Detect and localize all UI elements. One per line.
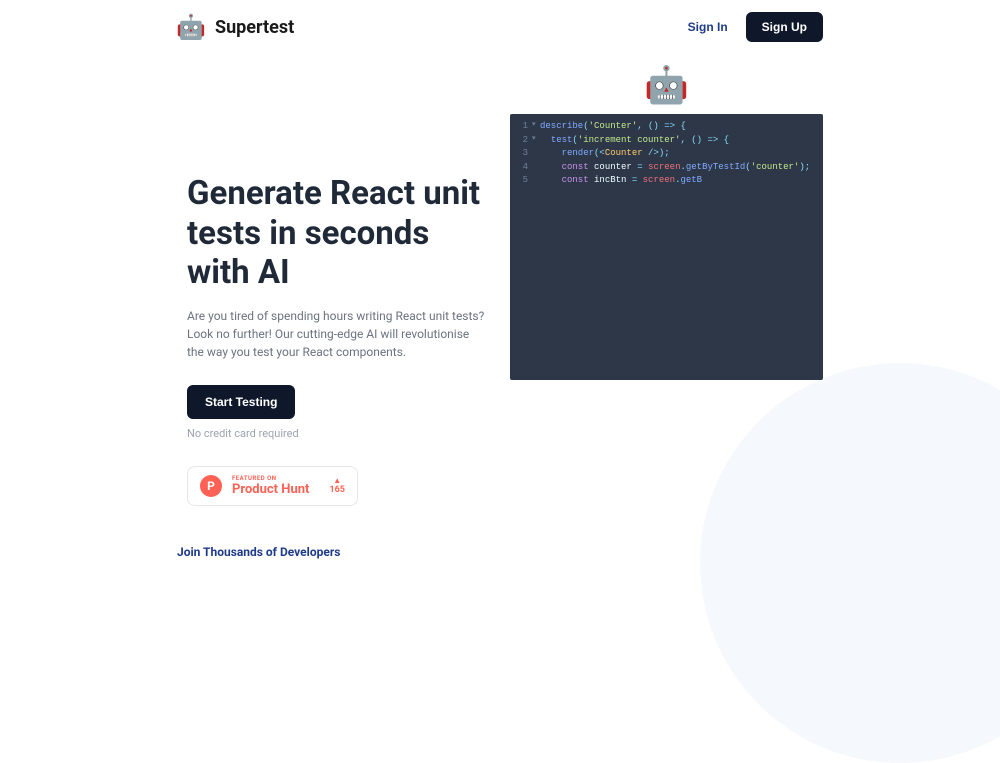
line-number: 2 (516, 134, 528, 148)
code-content: const incBtn = screen.getB (540, 174, 702, 188)
start-testing-button[interactable]: Start Testing (187, 385, 295, 419)
line-number: 5 (516, 174, 528, 188)
ph-name: Product Hunt (232, 482, 309, 497)
robot-hero-icon: 🤖 (644, 64, 689, 106)
brand-name: Supertest (215, 17, 294, 38)
hero-section: Generate React unit tests in seconds wit… (0, 54, 1000, 506)
code-line: 2 ▾ test('increment counter', () => { (510, 134, 823, 148)
product-hunt-text: FEATURED ON Product Hunt (232, 475, 309, 497)
code-content: test('increment counter', () => { (540, 134, 729, 148)
code-line: 1 ▾ describe('Counter', () => { (510, 120, 823, 134)
fold-placeholder (532, 174, 540, 188)
hero-right: 🤖 1 ▾ describe('Counter', () => { 2 ▾ te… (510, 114, 823, 506)
fold-icon: ▾ (532, 120, 540, 134)
ph-vote-count: 165 (329, 485, 345, 495)
code-line: 3 render(<Counter />); (510, 147, 823, 161)
no-credit-card-text: No credit card required (187, 427, 486, 440)
fold-icon: ▾ (532, 134, 540, 148)
signup-button[interactable]: Sign Up (746, 12, 823, 42)
ph-votes: ▲ 165 (329, 476, 345, 495)
robot-icon: 🤖 (177, 13, 205, 41)
code-content: const counter = screen.getByTestId('coun… (540, 161, 810, 175)
product-hunt-icon: P (200, 475, 222, 497)
fold-placeholder (532, 147, 540, 161)
hero-subtitle: Are you tired of spending hours writing … (187, 307, 486, 361)
product-hunt-badge[interactable]: P FEATURED ON Product Hunt ▲ 165 (187, 466, 358, 506)
section-label: Join Thousands of Developers (177, 545, 340, 559)
nav-buttons: Sign In Sign Up (688, 12, 823, 42)
code-content: describe('Counter', () => { (540, 120, 686, 134)
fold-placeholder (532, 161, 540, 175)
code-line: 5 const incBtn = screen.getB (510, 174, 823, 188)
code-line: 4 const counter = screen.getByTestId('co… (510, 161, 823, 175)
signin-button[interactable]: Sign In (688, 20, 728, 34)
line-number: 4 (516, 161, 528, 175)
hero-left: Generate React unit tests in seconds wit… (187, 114, 486, 506)
header: 🤖 Supertest Sign In Sign Up (0, 0, 1000, 54)
line-number: 1 (516, 120, 528, 134)
code-editor: 1 ▾ describe('Counter', () => { 2 ▾ test… (510, 114, 823, 380)
hero-title: Generate React unit tests in seconds wit… (187, 174, 486, 293)
upvote-icon: ▲ (333, 476, 341, 485)
ph-featured-label: FEATURED ON (232, 475, 309, 482)
line-number: 3 (516, 147, 528, 161)
logo-area[interactable]: 🤖 Supertest (177, 13, 294, 41)
code-content: render(<Counter />); (540, 147, 670, 161)
